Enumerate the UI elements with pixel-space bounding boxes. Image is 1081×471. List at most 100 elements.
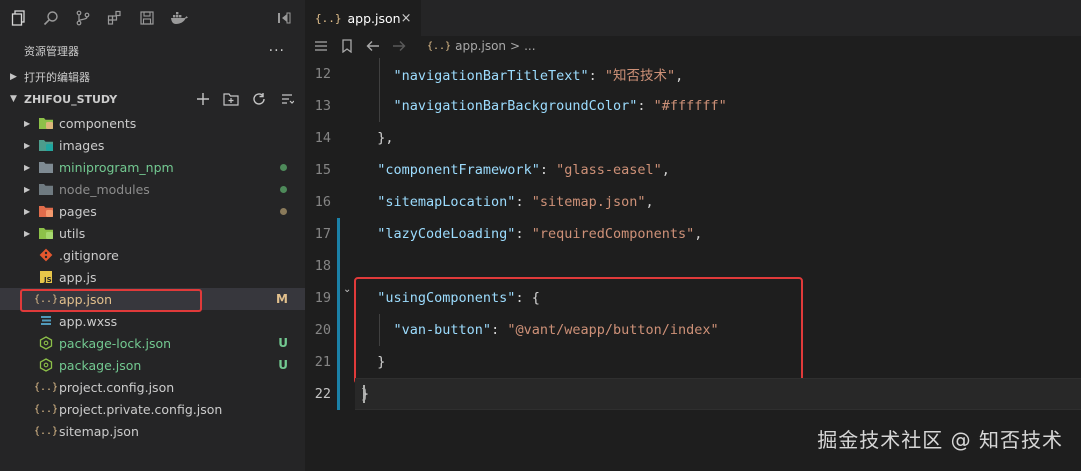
chevron-right-icon[interactable]: ▶ [24,229,32,238]
folder-components-icon [38,115,54,131]
refresh-icon[interactable] [251,91,267,107]
docker-icon[interactable] [170,9,188,27]
tab-app-json[interactable]: {..} app.json × [305,0,421,36]
code-token: } [377,354,386,370]
explorer-icon[interactable] [10,9,28,27]
chevron-right-icon[interactable]: ▶ [24,163,32,172]
file-tree: ▶ components ▶ images ▶ miniprogram_npm ▶ node_… [0,112,305,442]
code-line[interactable]: 17 "lazyCodeLoading": "requiredComponent… [305,218,1081,250]
json-icon: {..} [33,403,59,415]
tree-item-label: pages [59,203,97,219]
tree-file[interactable]: {..} project.private.config.json [0,398,305,420]
tree-folder[interactable]: ▶ images [0,134,305,156]
tree-item-label: project.config.json [59,379,175,395]
tree-folder[interactable]: ▶ node_modules [0,178,305,200]
code-text: "van-button": "@vant/weapp/button/index" [361,322,719,338]
code-line[interactable]: 21 } [305,346,1081,378]
code-token: "componentFramework" [377,162,540,178]
code-area[interactable]: ⌄ 12 "navigationBarTitleText": "知否技术", 13… [305,58,1081,410]
tree-item-label: package-lock.json [59,335,172,351]
folder-node-icon [38,181,54,197]
git-status-badge: U [278,358,288,372]
code-token: "lazyCodeLoading" [377,226,516,242]
line-number: 16 [314,194,331,210]
new-file-icon[interactable] [195,91,211,107]
chevron-right-icon: ▶ [10,72,17,82]
code-line[interactable]: 13 "navigationBarBackgroundColor": "#fff… [305,90,1081,122]
back-arrow-icon[interactable] [365,40,381,52]
tree-file[interactable]: {..} sitemap.json [0,420,305,442]
line-number: 17 [314,226,331,242]
breadcrumb-rest[interactable]: ... [524,39,535,53]
code-line[interactable]: 18 [305,250,1081,282]
list-icon[interactable] [313,40,329,52]
tree-folder[interactable]: ▶ components [0,112,305,134]
code-token: }, [377,130,394,146]
tree-file[interactable]: package-lock.json U [0,332,305,354]
project-section[interactable]: ▼ ZHIFOU_STUDY [0,88,305,110]
code-text: "navigationBarTitleText": "知否技术", [361,64,684,84]
code-token: "glass-easel" [556,162,662,178]
forward-arrow-icon[interactable] [391,40,407,52]
code-token: : [515,194,532,210]
tree-item-label: images [59,137,105,153]
json-icon: {..} [33,425,59,437]
code-line[interactable]: 12 "navigationBarTitleText": "知否技术", [305,58,1081,90]
json-icon: {..} [315,12,342,25]
tree-folder[interactable]: ▶ miniprogram_npm [0,156,305,178]
code-line[interactable]: 20 "van-button": "@vant/weapp/button/ind… [305,314,1081,346]
code-token: "navigationBarBackgroundColor" [393,98,638,114]
chevron-right-icon[interactable]: ▶ [24,207,32,216]
tree-item-label: app.wxss [59,313,118,329]
code-text: "navigationBarBackgroundColor": "#ffffff… [361,98,727,114]
git-status-dot [280,185,287,193]
json-icon: {..} [427,40,452,52]
code-token: : [491,322,508,338]
code-line[interactable]: 22} [305,378,1081,410]
open-editors-section[interactable]: ▶ 打开的编辑器 [0,66,305,88]
search-icon[interactable] [42,9,60,27]
collapse-all-icon[interactable] [279,91,295,107]
chevron-right-icon[interactable]: ▶ [24,185,32,194]
code-text: } [361,354,385,370]
tree-item-label: node_modules [59,181,150,197]
save-icon[interactable] [138,9,156,27]
extensions-icon[interactable] [106,9,124,27]
tree-file[interactable]: app.wxss [0,310,305,332]
new-folder-icon[interactable] [223,91,239,107]
code-token: , [675,68,684,84]
css-icon [38,313,54,329]
code-line[interactable]: 19 "usingComponents": { [305,282,1081,314]
tree-file[interactable]: {..} project.config.json [0,376,305,398]
tree-folder[interactable]: ▶ pages [0,200,305,222]
code-line[interactable]: 14 }, [305,122,1081,154]
explorer-header: 资源管理器 ··· [0,36,305,66]
breadcrumb-file[interactable]: {..} app.json > ... [427,39,536,53]
chevron-right-icon[interactable]: ▶ [24,119,32,128]
chevron-right-icon[interactable]: ▶ [24,141,32,150]
code-token: , [694,226,703,242]
breadcrumb-file-label: app.json [455,39,507,53]
explorer-title: 资源管理器 [24,45,79,58]
editor-tabs: {..} app.json × [305,0,1081,36]
tree-file[interactable]: JS app.js [0,266,305,288]
tree-file[interactable]: package.json U [0,354,305,376]
line-number: 20 [314,322,331,338]
tree-folder[interactable]: ▶ utils [0,222,305,244]
split-editor-icon[interactable] [275,9,293,27]
code-line[interactable]: 16 "sitemapLocation": "sitemap.json", [305,186,1081,218]
source-control-icon[interactable] [74,9,92,27]
bookmark-icon[interactable] [339,39,355,53]
close-icon[interactable]: × [401,11,412,26]
code-line[interactable]: 15 "componentFramework": "glass-easel", [305,154,1081,186]
git-status-dot [280,207,287,215]
more-actions-icon[interactable]: ··· [269,43,285,59]
git-status-badge: U [278,336,288,350]
current-line-highlight [355,378,1081,410]
tree-file[interactable]: .gitignore [0,244,305,266]
